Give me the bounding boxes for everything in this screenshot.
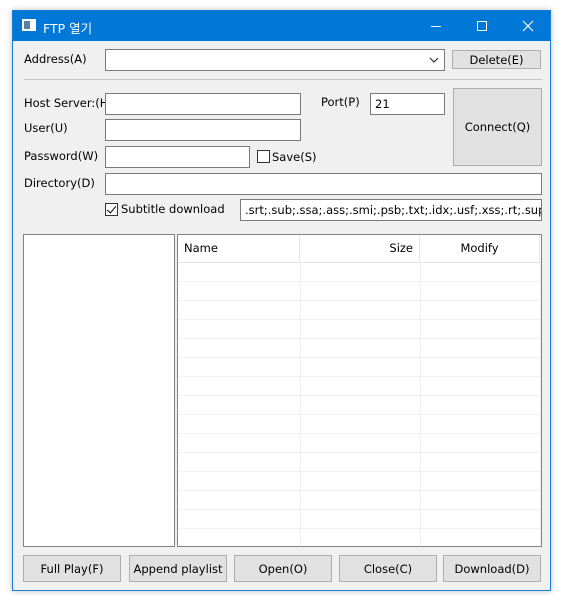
save-checkbox[interactable] (257, 150, 270, 163)
maximize-icon (477, 21, 487, 31)
directory-input[interactable] (105, 173, 542, 195)
table-row (178, 339, 541, 358)
subtitle-extensions-input[interactable]: .srt;.sub;.ssa;.ass;.smi;.psb;.txt;.idx;… (240, 199, 542, 221)
table-row (178, 358, 541, 377)
maximize-button[interactable] (459, 11, 505, 41)
user-input[interactable] (105, 119, 301, 141)
user-label: User(U) (24, 121, 68, 135)
table-row (178, 491, 541, 510)
table-row (178, 472, 541, 491)
password-input[interactable] (105, 146, 250, 168)
open-button[interactable]: Open(O) (234, 555, 332, 582)
full-play-button[interactable]: Full Play(F) (23, 555, 121, 582)
table-row (178, 434, 541, 453)
port-input[interactable]: 21 (370, 93, 445, 115)
window-title: FTP 열기 (43, 21, 93, 36)
file-list-body (178, 263, 541, 546)
column-header-modify[interactable]: Modify (420, 235, 540, 263)
append-playlist-button[interactable]: Append playlist (129, 555, 227, 582)
save-label: Save(S) (272, 150, 317, 164)
table-row (178, 301, 541, 320)
table-row (178, 529, 541, 546)
minimize-icon (431, 25, 441, 27)
table-row (178, 415, 541, 434)
address-combobox[interactable] (105, 49, 445, 71)
address-label: Address(A) (24, 52, 87, 66)
file-list-header: Name Size Modify (178, 235, 541, 263)
subtitle-checkbox[interactable] (105, 203, 118, 216)
app-icon (22, 19, 36, 31)
directory-label: Directory(D) (24, 176, 95, 190)
download-button[interactable]: Download(D) (443, 555, 541, 582)
minimize-button[interactable] (413, 11, 459, 41)
connect-button[interactable]: Connect(Q) (453, 88, 542, 166)
folder-tree-panel[interactable] (23, 234, 175, 547)
file-list-panel[interactable]: Name Size Modify (177, 234, 542, 547)
table-row (178, 282, 541, 301)
checkmark-icon (106, 203, 117, 214)
chevron-down-icon[interactable] (428, 54, 440, 66)
delete-button[interactable]: Delete(E) (452, 50, 541, 69)
table-row (178, 320, 541, 339)
table-row (178, 396, 541, 415)
host-server-label: Host Server:(H) (24, 96, 113, 110)
password-label: Password(W) (24, 149, 99, 163)
host-server-input[interactable] (105, 93, 301, 115)
port-label: Port(P) (321, 95, 360, 109)
close-window-button[interactable] (505, 11, 551, 41)
table-row (178, 453, 541, 472)
title-bar[interactable]: FTP 열기 (13, 11, 550, 41)
close-button[interactable]: Close(C) (339, 555, 437, 582)
close-icon (522, 20, 534, 32)
column-header-name[interactable]: Name (178, 235, 300, 263)
table-row (178, 510, 541, 529)
table-row (178, 377, 541, 396)
separator (24, 79, 542, 80)
column-header-size[interactable]: Size (300, 235, 420, 263)
ftp-open-window: FTP 열기 Address(A) Delete(E) Host Server:… (12, 10, 551, 591)
table-row (178, 263, 541, 282)
subtitle-download-label: Subtitle download (121, 202, 225, 216)
